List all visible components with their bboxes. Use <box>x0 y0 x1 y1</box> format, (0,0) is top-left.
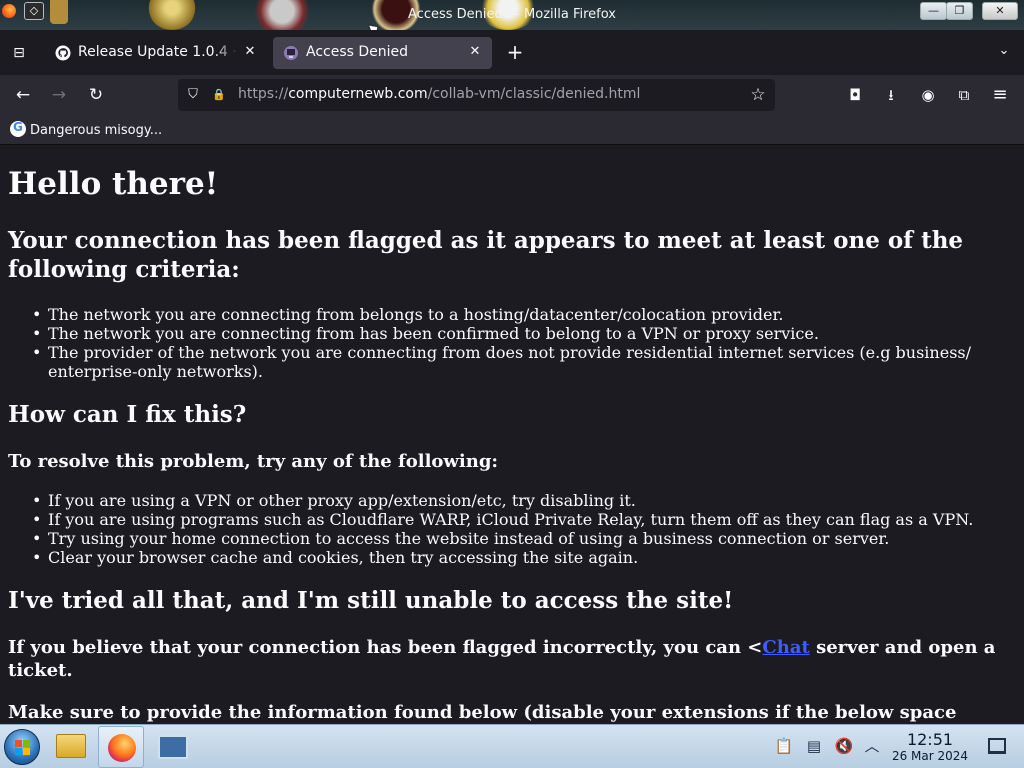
criteria-heading: Your connection has been flagged as it a… <box>8 227 964 283</box>
tracking-protection-shield-icon[interactable]: ⛉ <box>184 86 202 104</box>
address-bar[interactable]: ⛉ 🔒 https://computernewb.com/collab-vm/c… <box>178 79 775 111</box>
incorrect-text-before: If you believe that your connection has … <box>8 637 763 658</box>
tab-label: Release Update 1.0.4 · the <box>78 44 238 60</box>
close-button[interactable]: ✕ <box>982 2 1018 20</box>
volume-muted-icon[interactable]: 🔇 <box>834 735 854 757</box>
list-item: The network you are connecting from has … <box>32 324 992 343</box>
account-icon[interactable]: ◉ <box>916 83 940 107</box>
lock-icon[interactable]: 🔒 <box>210 86 228 104</box>
windows-logo-icon <box>15 740 30 755</box>
battery-icon[interactable]: ▤ <box>804 735 824 757</box>
list-item: Try using your home connection to access… <box>32 529 992 548</box>
bookmarks-toolbar: G Dangerous misogy... <box>0 115 1024 145</box>
fix-heading: How can I fix this? <box>8 401 247 428</box>
list-item: The network you are connecting from belo… <box>32 305 992 324</box>
tab-release-update[interactable]: Release Update 1.0.4 · the ✕ <box>45 37 267 69</box>
back-button[interactable]: ← <box>10 83 36 107</box>
tab-access-denied[interactable]: Access Denied ✕ <box>273 37 492 69</box>
list-all-tabs-icon[interactable]: ⌄ <box>994 43 1014 63</box>
tray-expand-icon[interactable]: ︿ <box>862 735 882 757</box>
url-scheme: https:// <box>238 86 289 102</box>
provide-info-paragraph: Make sure to provide the information fou… <box>8 702 957 723</box>
control-panel-button[interactable] <box>150 726 196 768</box>
tried-heading: I've tried all that, and I'm still unabl… <box>8 587 734 614</box>
window-title: Access Denied — Mozilla Firefox <box>408 7 616 22</box>
url-domain: computernewb.com <box>288 86 428 102</box>
chat-link[interactable]: Chat <box>762 637 809 658</box>
page-heading: Hello there! <box>8 166 219 202</box>
bookmark-item[interactable]: G Dangerous misogy... <box>10 120 163 139</box>
bookmark-label: Dangerous misogy... <box>30 123 163 138</box>
forward-button[interactable]: → <box>46 83 72 107</box>
extensions-icon[interactable]: ⧉ <box>952 83 976 107</box>
bookmark-star-icon[interactable]: ☆ <box>749 86 767 104</box>
download-icon[interactable]: ⭳ <box>879 83 903 107</box>
list-item: Clear your browser cache and cookies, th… <box>32 548 992 567</box>
minimize-button[interactable]: — <box>920 2 947 20</box>
show-desktop-icon[interactable] <box>988 738 1006 754</box>
list-item: The provider of the network you are conn… <box>32 343 992 381</box>
resolve-subheading: To resolve this problem, try any of the … <box>8 451 499 472</box>
window-titlebar[interactable]: ◇ Access Denied — Mozilla Firefox — ❐ ✕ <box>0 0 1024 30</box>
new-tab-button[interactable]: + <box>504 41 526 63</box>
clipboard-icon[interactable]: 📋 <box>774 735 794 757</box>
clock-time: 12:51 <box>906 730 954 749</box>
control-panel-icon <box>158 735 188 759</box>
file-manager-button[interactable] <box>48 726 94 768</box>
criteria-list: The network you are connecting from belo… <box>32 305 992 381</box>
taskbar: 📋 ▤ 🔇 ︿ 12:51 26 Mar 2024 <box>0 724 1024 768</box>
collabvm-icon <box>284 46 298 60</box>
navigation-toolbar: ← → ↻ ⛉ 🔒 https://computernewb.com/colla… <box>0 75 1024 115</box>
firefox-taskbar-button[interactable] <box>98 726 144 768</box>
clock-date: 26 Mar 2024 <box>891 749 969 763</box>
clock[interactable]: 12:51 26 Mar 2024 <box>890 730 970 764</box>
list-item: If you are using a VPN or other proxy ap… <box>32 491 992 510</box>
google-icon: G <box>10 120 26 137</box>
tab-close-icon[interactable]: ✕ <box>466 43 484 61</box>
menu-icon[interactable]: ≡ <box>988 83 1012 107</box>
start-button[interactable] <box>4 729 40 765</box>
url-text[interactable]: https://computernewb.com/collab-vm/class… <box>238 86 640 102</box>
github-icon <box>55 45 71 61</box>
maximize-button[interactable]: ❐ <box>946 2 973 20</box>
list-item: If you are using programs such as Cloudf… <box>32 510 992 529</box>
firefox-icon <box>108 734 136 762</box>
firefox-view-icon[interactable]: ⊟ <box>8 42 30 64</box>
screen: ◇ Access Denied — Mozilla Firefox — ❐ ✕ … <box>0 0 1024 768</box>
fixes-list: If you are using a VPN or other proxy ap… <box>32 491 992 567</box>
url-path: /collab-vm/classic/denied.html <box>427 86 641 102</box>
page-content: Hello there! Your connection has been fl… <box>0 146 1024 724</box>
tab-label: Access Denied <box>306 44 409 60</box>
pocket-icon[interactable]: ◘ <box>843 83 867 107</box>
tab-close-icon[interactable]: ✕ <box>241 43 259 61</box>
reload-button[interactable]: ↻ <box>83 83 109 107</box>
folder-icon <box>56 734 86 758</box>
tab-strip: ⊟ Release Update 1.0.4 · the ✕ Access De… <box>0 30 1024 75</box>
incorrect-flag-paragraph: If you believe that your connection has … <box>8 636 1018 682</box>
